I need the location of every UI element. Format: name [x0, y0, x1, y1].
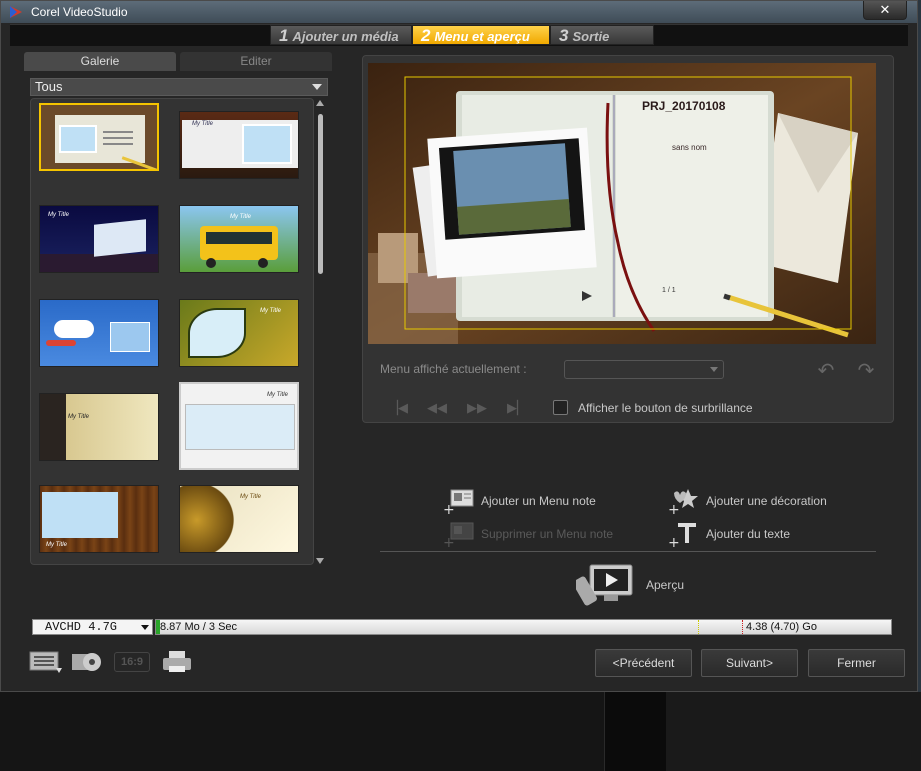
- step-number: 2: [421, 26, 431, 45]
- template-thumb-book[interactable]: [39, 103, 159, 171]
- go-last-icon[interactable]: ▶▏: [506, 400, 528, 416]
- scroll-down-icon[interactable]: [316, 558, 324, 564]
- window-close-button[interactable]: ✕: [863, 1, 907, 20]
- preview-button[interactable]: Aperçu: [576, 563, 684, 607]
- tab-add-media[interactable]: 1 Ajouter un média: [270, 25, 412, 45]
- filter-value: Tous: [35, 79, 63, 94]
- svg-text:+: +: [668, 535, 680, 548]
- highlight-label: Afficher le bouton de surbrillance: [578, 401, 753, 415]
- menu-preview-illustration: [368, 63, 876, 344]
- project-title[interactable]: PRJ_20170108: [642, 99, 725, 113]
- print-icon[interactable]: [160, 648, 196, 676]
- next-button[interactable]: Suivant>: [701, 649, 798, 677]
- template-thumb-airplane[interactable]: [39, 299, 159, 367]
- actions-divider: [380, 551, 876, 552]
- page-indicator: 1 / 1: [662, 287, 676, 294]
- project-subtitle[interactable]: sans nom: [672, 143, 707, 152]
- gallery-tabs: Galerie Editer: [24, 52, 332, 71]
- template-thumb-floral[interactable]: My Title: [179, 485, 299, 553]
- go-previous-icon[interactable]: ◀◀: [426, 400, 448, 416]
- window-title: Corel VideoStudio: [31, 5, 128, 19]
- svg-text:+: +: [443, 535, 455, 548]
- disc-format-value: AVCHD 4.7G: [45, 620, 118, 634]
- remove-menu-note-icon: +: [443, 522, 474, 548]
- template-thumb-wood[interactable]: My Title: [39, 485, 159, 553]
- svg-text:+: +: [668, 502, 680, 515]
- step-label: Sortie: [572, 29, 610, 44]
- menu-preview-canvas[interactable]: PRJ_20170108 sans nom 1 / 1: [368, 63, 876, 344]
- step-tabs: 1 Ajouter un média 2 Menu et aperçu 3 Sorti…: [10, 24, 908, 46]
- previous-button[interactable]: <Précédent: [595, 649, 692, 677]
- template-gallery: My Title My Title My Title My Title My T…: [30, 98, 314, 565]
- preview-label: Aperçu: [646, 578, 685, 592]
- add-decoration-icon: +: [668, 489, 698, 515]
- go-next-icon[interactable]: ▶▶: [466, 400, 488, 416]
- aspect-ratio-button[interactable]: 16:9: [114, 652, 150, 672]
- scroll-up-icon[interactable]: [316, 100, 324, 106]
- highlight-checkbox[interactable]: [553, 400, 568, 415]
- thumb-title: My Title: [260, 308, 281, 314]
- chevron-down-icon: [710, 367, 718, 372]
- add-decoration-button[interactable]: + Ajouter une décoration: [668, 487, 827, 515]
- tab-output[interactable]: 3 Sortie: [550, 25, 654, 45]
- settings-gear-icon[interactable]: [70, 648, 106, 676]
- disk-usage-track: 8.87 Mo / 3 Sec 4.38 (4.70) Go: [155, 619, 892, 635]
- template-thumb-white[interactable]: My Title: [179, 382, 299, 470]
- redo-icon[interactable]: ↷: [855, 360, 877, 382]
- thumb-title: My Title: [192, 121, 213, 127]
- tab-menu-preview[interactable]: 2 Menu et aperçu: [412, 25, 550, 45]
- step-label: Menu et aperçu: [434, 29, 530, 44]
- add-menu-note-label: Ajouter un Menu note: [481, 494, 596, 508]
- tab-edit[interactable]: Editer: [180, 52, 332, 71]
- app-logo-icon: [10, 6, 22, 18]
- play-preview-icon: [576, 564, 633, 606]
- thumb-title: My Title: [230, 214, 251, 220]
- add-menu-note-icon: +: [443, 489, 474, 515]
- chapter-settings-icon[interactable]: [28, 648, 64, 676]
- remove-menu-note-label: Supprimer un Menu note: [481, 527, 614, 541]
- thumb-title: My Title: [267, 392, 288, 398]
- thumb-title: My Title: [68, 414, 89, 420]
- add-text-button[interactable]: + Ajouter du texte: [668, 520, 790, 548]
- desktop-taskbar-area: [0, 692, 921, 771]
- add-menu-note-button[interactable]: + Ajouter un Menu note: [443, 487, 596, 515]
- remove-menu-note-button[interactable]: + Supprimer un Menu note: [443, 520, 613, 548]
- step-label: Ajouter un média: [292, 29, 399, 44]
- disk-capacity-label: 4.38 (4.70) Go: [746, 621, 817, 633]
- thumb-title: My Title: [48, 212, 69, 218]
- chevron-down-icon: [141, 625, 149, 630]
- title-bar: Corel VideoStudio ✕: [1, 1, 917, 23]
- step-number: 1: [279, 26, 289, 45]
- add-text-label: Ajouter du texte: [706, 527, 791, 541]
- template-thumb-leaf[interactable]: My Title: [179, 299, 299, 367]
- disk-space-bar: AVCHD 4.7G 8.87 Mo / 3 Sec 4.38 (4.70) G…: [32, 619, 892, 635]
- add-decoration-label: Ajouter une décoration: [706, 494, 827, 508]
- disk-used-label: 8.87 Mo / 3 Sec: [160, 621, 238, 633]
- close-button[interactable]: Fermer: [808, 649, 905, 677]
- step-number: 3: [559, 26, 569, 45]
- disc-format-select[interactable]: AVCHD 4.7G: [32, 619, 153, 635]
- template-thumb-bus[interactable]: My Title: [179, 205, 299, 273]
- template-thumb-photos[interactable]: My Title: [179, 111, 299, 179]
- capacity-marker: [698, 620, 699, 634]
- scroll-thumb[interactable]: [318, 114, 323, 274]
- gallery-scrollbar[interactable]: [316, 98, 326, 568]
- current-menu-select[interactable]: [564, 360, 724, 379]
- add-text-icon: +: [668, 523, 696, 548]
- svg-text:+: +: [443, 502, 455, 515]
- thumb-title: My Title: [46, 542, 67, 548]
- tab-gallery[interactable]: Galerie: [24, 52, 176, 71]
- thumb-title: My Title: [240, 494, 261, 500]
- template-thumb-gold[interactable]: My Title: [39, 393, 159, 461]
- template-thumb-city[interactable]: My Title: [39, 205, 159, 273]
- current-menu-label: Menu affiché actuellement :: [380, 362, 527, 376]
- gallery-filter-select[interactable]: Tous: [30, 78, 328, 96]
- undo-icon[interactable]: ↶: [815, 360, 837, 382]
- capacity-marker: [742, 620, 743, 634]
- go-first-icon[interactable]: ▕◀: [387, 400, 409, 416]
- chevron-down-icon: [312, 84, 322, 90]
